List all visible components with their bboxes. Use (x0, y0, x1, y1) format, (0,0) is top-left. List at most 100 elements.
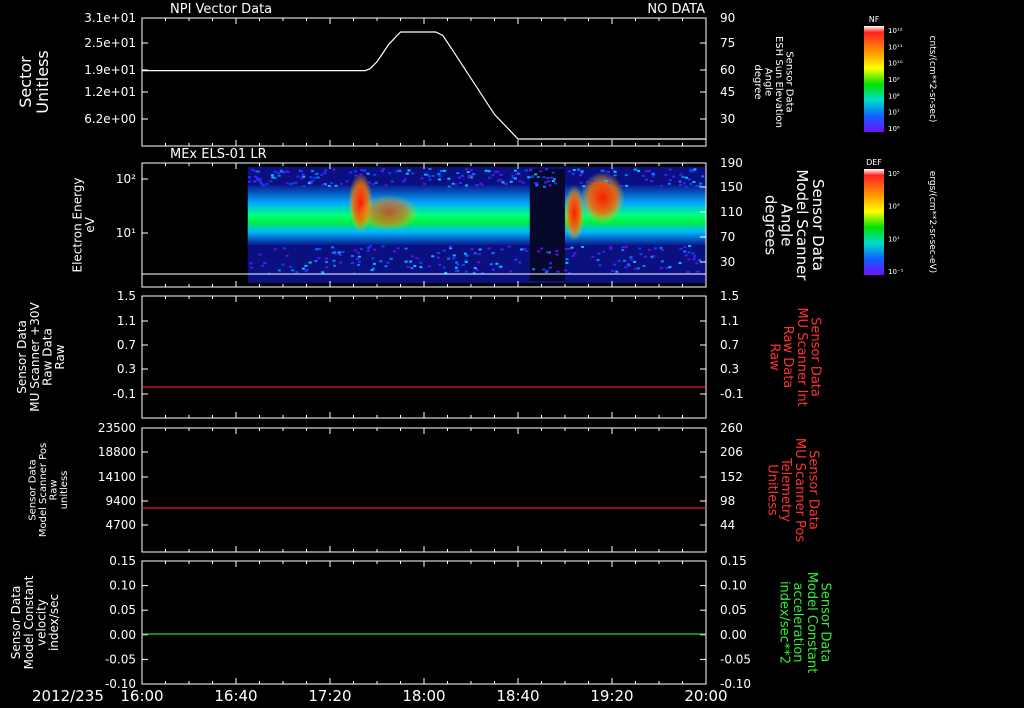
spectrogram-pixel (256, 170, 260, 173)
spectrogram-pixel (637, 169, 641, 172)
spectrogram-pixel (469, 169, 473, 172)
spectrogram-pixel (373, 173, 377, 176)
spectrogram-pixel (454, 270, 458, 273)
spectrogram-pixel (579, 174, 583, 177)
spectrogram-pixel (250, 266, 254, 269)
spectrogram-pixel (564, 269, 568, 272)
spectrogram-pixel (311, 170, 315, 173)
spectrogram-pixel (437, 172, 441, 175)
spectrogram-pixel (537, 250, 541, 253)
spectrogram-pixel (356, 258, 360, 261)
spectrogram-pixel (540, 247, 544, 250)
spectrogram-pixel (255, 176, 259, 179)
spectrogram-pixel (567, 170, 571, 173)
spectrogram-pixel (555, 253, 559, 256)
spectrogram-pixel (597, 252, 601, 255)
spectrogram-pixel (333, 264, 337, 267)
spectrogram-pixel (499, 265, 503, 268)
spectrogram-pixel (431, 175, 435, 178)
spectrogram-pixel (321, 271, 325, 274)
spectrogram-pixel (404, 247, 408, 250)
spectrogram-pixel (340, 182, 344, 185)
spectrogram-pixel (437, 251, 441, 254)
spectrogram-pixel (452, 254, 456, 257)
spectrogram-pixel (642, 265, 646, 268)
spectrogram-pixel (636, 267, 640, 270)
spectrogram-pixel (542, 176, 546, 179)
spectrogram-pixel (277, 269, 281, 272)
spectrogram-pixel (389, 257, 393, 260)
spectrogram-pixel (546, 251, 550, 254)
spectrogram-pixel (701, 175, 705, 178)
spectrogram-pixel (345, 180, 349, 183)
spectrogram-pixel (585, 180, 589, 183)
spectrogram-pixel (467, 176, 471, 179)
colorbar-tick: 10¹¹ (888, 43, 903, 51)
spectrogram-pixel (291, 182, 295, 185)
spectrogram-pixel (449, 245, 453, 248)
spectrogram-pixel (458, 182, 462, 185)
spectrogram-pixel (600, 169, 604, 172)
spectrogram-pixel (466, 171, 470, 174)
spectrogram-pixel (473, 252, 477, 255)
spectrogram-pixel (696, 270, 700, 273)
panel-1: NPI Vector Data NO DATA 3.1e+01 2.5e+01 1.… (16, 2, 795, 147)
colorbar-units: cnts/(cm**2-sr-sec) (927, 36, 937, 123)
spectrogram-pixel (415, 257, 419, 260)
spectrogram-pixel (371, 257, 375, 260)
spectrogram-pixel (679, 173, 683, 176)
right-tick-label: -0.1 (720, 387, 743, 401)
spectrogram-pixel (356, 251, 360, 254)
left-tick-label: 6.2e+00 (84, 112, 136, 126)
spectrogram-pixel (551, 171, 555, 174)
spectrogram-pixel (374, 181, 378, 184)
right-axis-label: Sensor DataMU Scanner PosTelemetryUnitle… (765, 438, 821, 543)
spectrogram-pixel (419, 261, 423, 264)
spectrogram-pixel (610, 269, 614, 272)
spectrogram-pixel (357, 255, 361, 258)
spectrogram-pixel (404, 260, 408, 263)
spectrogram-pixel (470, 248, 474, 251)
spectrogram-pixel (349, 171, 353, 174)
spectrogram-pixel (591, 179, 595, 182)
spectrogram-pixel (678, 183, 682, 186)
spectrogram-pixel (687, 178, 691, 181)
left-tick-label: 1.1 (117, 314, 136, 328)
spectrogram-pixel (544, 181, 548, 184)
spectrogram-pixel (320, 173, 324, 176)
spectrogram-pixel (520, 248, 524, 251)
colorbar-tick: 10⁷ (888, 109, 900, 117)
spectrogram-pixel (455, 261, 459, 264)
time-tick-label: 18:40 (496, 687, 539, 705)
spectrogram-pixel (644, 178, 648, 181)
spectrogram-pixel (438, 174, 442, 177)
label-line: Unitless (33, 50, 52, 114)
spectrogram-pixel (535, 184, 539, 187)
spectrogram-pixel (406, 265, 410, 268)
spectrogram-pixel (371, 267, 375, 270)
spectrogram-pixel (511, 174, 515, 177)
spectrogram-pixel (644, 170, 648, 173)
spectrogram-pixel (332, 168, 336, 171)
spectrogram-pixel (367, 246, 371, 249)
spectrogram-pixel (687, 258, 691, 261)
label-line: Unitless (765, 464, 780, 516)
spectrogram-pixel (331, 246, 335, 249)
spectrogram-pixel (667, 182, 671, 185)
spectrogram-pixel (626, 262, 630, 265)
spectrogram-pixel (313, 176, 317, 179)
label-line: ESH Sun Elevation (773, 36, 784, 128)
spectrogram-pixel (309, 176, 313, 179)
spectrogram-pixel (683, 245, 687, 248)
spectrogram-pixel (501, 181, 505, 184)
spectrogram-pixel (366, 249, 370, 252)
spectrogram-pixel (288, 183, 292, 186)
spectrogram-pixel (500, 248, 504, 251)
spectrogram-pixel (262, 184, 266, 187)
spectrogram-pixel (273, 176, 277, 179)
spectrogram-pixel (475, 184, 479, 187)
spectrogram-pixel (464, 270, 468, 273)
spectrogram-pixel (571, 172, 575, 175)
spectrogram-pixel (402, 180, 406, 183)
spectrogram-pixel (337, 251, 341, 254)
